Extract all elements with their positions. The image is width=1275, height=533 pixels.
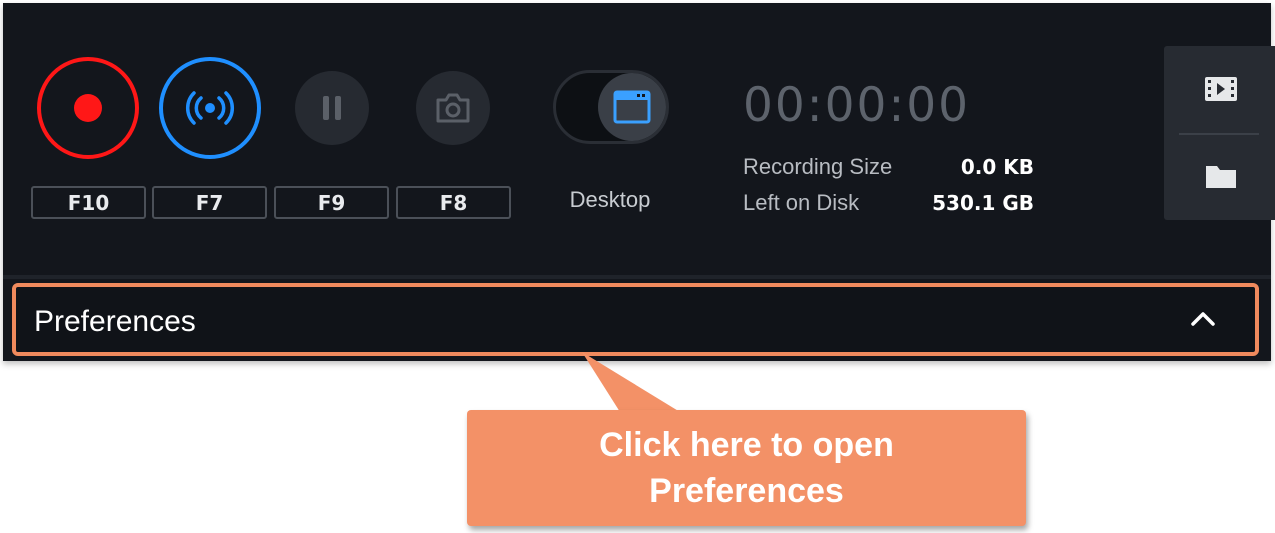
recording-size-value: 0.0 KB <box>960 155 1034 179</box>
pause-button[interactable] <box>295 71 369 145</box>
left-on-disk-label: Left on Disk <box>743 190 860 215</box>
capture-mode-label: Desktop <box>569 187 651 212</box>
folder-button[interactable] <box>1204 161 1238 191</box>
hotkey-stream: F7 <box>152 186 267 219</box>
preferences-label: Preferences <box>34 305 196 338</box>
window-icon <box>613 90 651 124</box>
broadcast-icon <box>186 91 234 125</box>
pause-icon <box>323 96 341 120</box>
preferences-bar[interactable]: Preferences <box>12 283 1259 356</box>
recording-size-label: Recording Size <box>743 154 893 179</box>
snapshot-button[interactable] <box>416 71 490 145</box>
toggle-knob <box>598 73 666 141</box>
panel-divider <box>3 275 1271 279</box>
recording-timer: 00:00:00 <box>743 78 971 133</box>
hotkey-pause: F9 <box>274 186 389 219</box>
chevron-up-icon[interactable] <box>1189 305 1217 333</box>
callout-text: Click here to open Preferences <box>599 422 894 514</box>
hotkey-snapshot: F8 <box>396 186 511 219</box>
folder-icon <box>1206 166 1236 188</box>
record-button[interactable] <box>37 57 139 159</box>
film-icon <box>1205 77 1237 101</box>
callout-box: Click here to open Preferences <box>467 410 1026 526</box>
stream-button[interactable] <box>159 57 261 159</box>
callout-line-1: Click here to open <box>599 426 894 464</box>
callout-line-2: Preferences <box>649 472 844 510</box>
hotkey-record: F10 <box>31 186 146 219</box>
side-panel <box>1164 46 1275 220</box>
left-on-disk-value: 530.1 GB <box>932 191 1034 215</box>
callout-pointer <box>582 352 680 412</box>
record-icon <box>74 94 102 122</box>
film-button[interactable] <box>1204 74 1238 104</box>
side-divider <box>1179 133 1259 135</box>
camera-icon <box>436 93 470 123</box>
capture-mode-toggle[interactable] <box>553 70 669 144</box>
